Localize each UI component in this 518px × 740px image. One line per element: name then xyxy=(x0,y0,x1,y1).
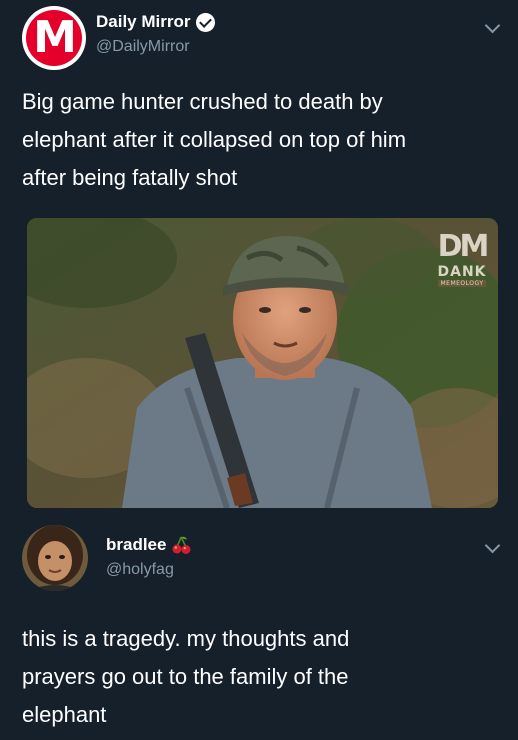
author-name-row: bradlee xyxy=(106,535,192,555)
tweet-text-line: elephant xyxy=(22,702,107,727)
cherries-emoji-icon xyxy=(172,536,191,554)
handle[interactable]: @DailyMirror xyxy=(96,38,190,56)
tweet-daily-mirror[interactable]: M Daily Mirror @DailyMirror Big game hun… xyxy=(0,0,518,510)
display-name[interactable]: bradlee xyxy=(106,535,166,555)
user-avatar-image xyxy=(22,525,88,591)
tweet-text-line: Big game hunter crushed to death by xyxy=(22,89,383,114)
chevron-down-icon[interactable] xyxy=(484,537,501,554)
tweet-text: this is a tragedy. my thoughts and praye… xyxy=(22,620,496,734)
handle[interactable]: @holyfag xyxy=(106,561,174,579)
watermark-title: DANK xyxy=(437,264,487,280)
tweet-text-line: after being fatally shot xyxy=(22,165,238,190)
watermark-subtitle: MEMEOLOGY xyxy=(438,280,486,287)
tweet-text-line: this is a tragedy. my thoughts and xyxy=(22,626,350,651)
tweet-text-line: prayers go out to the family of the xyxy=(22,664,349,689)
watermark: DM DANK MEMEOLOGY xyxy=(432,230,492,300)
display-name[interactable]: Daily Mirror xyxy=(96,12,190,32)
verified-badge-icon xyxy=(196,12,216,32)
avatar[interactable]: M xyxy=(22,6,86,70)
mirror-logo-letter: M xyxy=(33,12,77,63)
hunter-photo-illustration xyxy=(27,218,498,508)
author-name-row: Daily Mirror xyxy=(96,12,216,32)
tweet-text-line: elephant after it collapsed on top of hi… xyxy=(22,127,407,152)
watermark-logo: DM xyxy=(437,229,490,264)
chevron-down-icon[interactable] xyxy=(484,17,501,34)
avatar[interactable] xyxy=(22,525,88,591)
tweet-photo[interactable]: DM DANK MEMEOLOGY xyxy=(27,218,498,508)
tweet-text: Big game hunter crushed to death by elep… xyxy=(22,83,496,197)
